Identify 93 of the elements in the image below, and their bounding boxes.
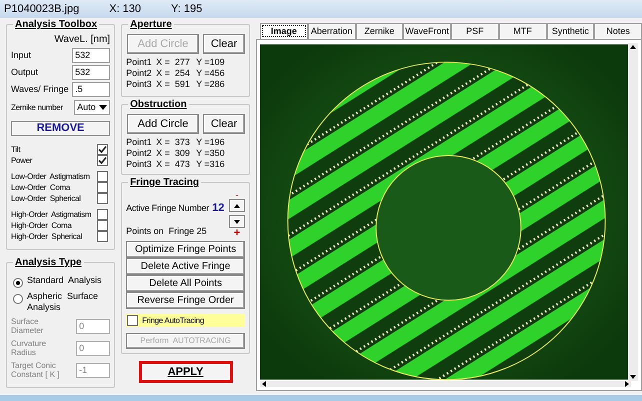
cursor-y: Y: 195 (171, 2, 202, 17)
plus-mark: + (234, 228, 240, 238)
term-label: High-Order Spherical (11, 230, 82, 242)
field-label: Waves/ Fringe (11, 82, 69, 96)
term-label: High-Order Coma (11, 220, 72, 232)
apply-button[interactable]: APPLY (138, 361, 233, 383)
checkbox[interactable] (97, 231, 108, 242)
field-label: Zernike number (11, 102, 63, 114)
down-arrow-icon (234, 220, 240, 224)
point-x: X = 309 (156, 148, 191, 159)
field-label: Target Conic Constant [ K ] (11, 361, 60, 379)
vertical-scrollbar[interactable] (628, 43, 638, 381)
field-label: Output (11, 66, 38, 79)
checkbox[interactable] (97, 155, 108, 166)
tab[interactable]: Image (260, 23, 308, 39)
spin-down-button[interactable] (229, 215, 245, 228)
point-label: Point1 (126, 137, 153, 148)
action-button[interactable]: Clear (203, 34, 245, 54)
points-count: Points on Fringe 25 (126, 224, 208, 238)
checkbox[interactable] (97, 171, 108, 182)
radio-label: Aspheric Surface Analysis (27, 291, 100, 313)
point-label: Point3 (126, 79, 153, 90)
point-x: X = 277 (156, 57, 191, 68)
field-label: Surface Diameter (11, 317, 44, 335)
action-button[interactable]: Add Circle (127, 114, 199, 134)
group-title: Aperture (128, 18, 174, 31)
up-arrow-icon (234, 204, 240, 208)
caret-icon (99, 105, 108, 110)
tab[interactable]: PSF (451, 23, 499, 39)
checkbox[interactable] (97, 220, 108, 231)
remove-button[interactable]: REMOVE (11, 121, 110, 136)
tab[interactable]: WaveFront (403, 23, 451, 39)
term-label: Low-Order Spherical (11, 192, 81, 204)
action-button[interactable]: Reverse Fringe Order (126, 292, 245, 309)
point-y: Y =456 (196, 68, 225, 79)
action-button[interactable]: Delete Active Fringe (126, 258, 245, 275)
point-y: Y =109 (196, 57, 225, 68)
checkbox[interactable] (127, 315, 138, 326)
action-button[interactable]: Optimize Fringe Points (126, 241, 245, 258)
tab[interactable]: Zernike (356, 23, 404, 39)
radio-label: Standard Analysis (27, 275, 102, 286)
wavelength-header: WaveL. [nm] (54, 34, 110, 46)
file-name: P1040023B.jpg (4, 2, 80, 17)
right-arrow-icon (625, 381, 629, 387)
point-label: Point2 (126, 68, 153, 79)
spin-up-button[interactable] (229, 199, 245, 212)
point-y: Y =316 (196, 159, 225, 170)
down-arrow-icon (630, 375, 636, 379)
term-label: Low-Order Astigmatism (11, 170, 90, 182)
input-field[interactable]: 532 (72, 65, 110, 80)
tab[interactable]: Aberration (308, 23, 356, 39)
radio-button[interactable] (13, 278, 23, 288)
point-label: Point1 (126, 57, 153, 68)
checkbox[interactable] (97, 182, 108, 193)
group-title: Fringe Tracing (128, 176, 201, 189)
checkbox-label: Fringe AutoTracing (142, 314, 204, 326)
left-arrow-icon (262, 381, 266, 387)
input-field[interactable]: .5 (72, 82, 110, 97)
point-label: Point3 (126, 159, 153, 170)
active-fringe-number: 12 (212, 201, 224, 216)
point-x: X = 591 (156, 79, 191, 90)
field-label: Input (11, 48, 32, 62)
dropdown[interactable]: Auto (74, 100, 110, 115)
point-y: Y =196 (196, 137, 225, 148)
checkbox[interactable] (97, 144, 108, 155)
field-label: Curvature Radius (11, 339, 48, 357)
horizontal-scrollbar[interactable] (260, 381, 631, 387)
point-y: Y =286 (196, 79, 225, 90)
term-label: Power (11, 154, 32, 166)
point-y: Y =350 (196, 148, 225, 159)
input-field[interactable]: 532 (72, 48, 110, 63)
point-x: X = 373 (156, 137, 191, 148)
point-x: X = 473 (156, 159, 191, 170)
point-label: Point2 (126, 148, 153, 159)
minus-mark: - (236, 192, 238, 199)
tab[interactable]: Synthetic (546, 23, 594, 39)
term-label: Low-Order Coma (11, 182, 70, 194)
radio-button[interactable] (13, 294, 23, 304)
term-label: High-Order Astigmatism (11, 208, 92, 220)
action-button[interactable]: Delete All Points (126, 275, 245, 292)
group-title: Obstruction (128, 98, 189, 111)
tab[interactable]: MTF (498, 23, 546, 39)
point-x: X = 254 (156, 68, 191, 79)
cursor-x: X: 130 (109, 2, 142, 17)
term-label: Tilt (11, 144, 20, 156)
group-title: Analysis Type (13, 256, 84, 269)
up-arrow-icon (630, 45, 636, 49)
field-label: Active Fringe Number (126, 202, 210, 215)
checkbox[interactable] (97, 193, 108, 204)
checkbox[interactable] (97, 209, 108, 220)
action-button[interactable]: Clear (203, 114, 245, 134)
group-title: Analysis Toolbox (13, 18, 100, 31)
tab[interactable]: Notes (594, 23, 642, 39)
